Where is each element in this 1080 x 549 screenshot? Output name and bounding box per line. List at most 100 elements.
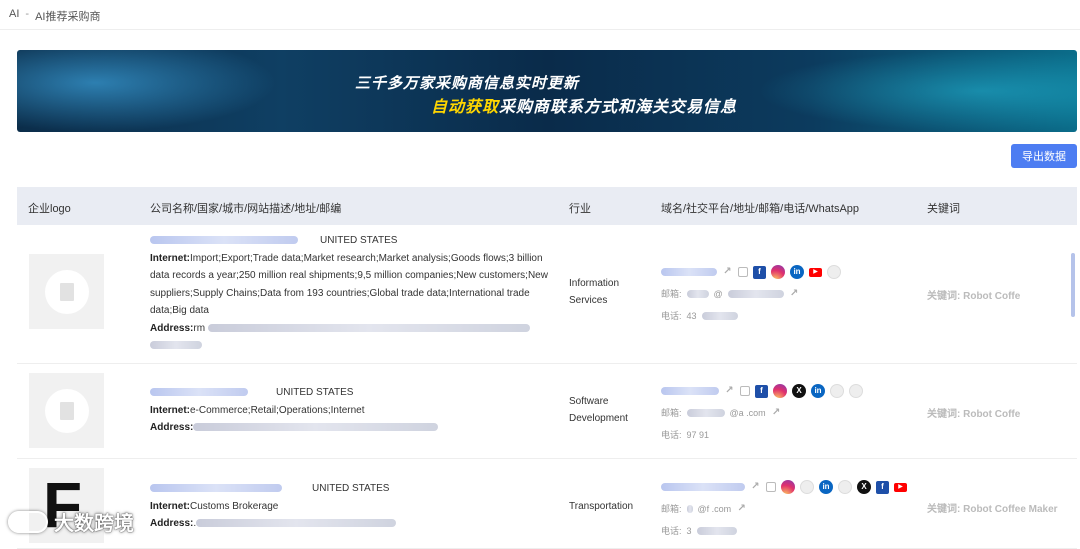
external-link-icon[interactable]: ↗: [750, 481, 761, 494]
email-blur-a: [686, 290, 709, 298]
instagram-icon[interactable]: [781, 480, 795, 494]
youtube-icon[interactable]: ▶: [894, 482, 907, 492]
watermark-logo-icon: [8, 510, 48, 533]
building-icon: [44, 269, 89, 314]
breadcrumb-root[interactable]: AI: [9, 8, 19, 24]
address-value: rm: [193, 322, 206, 334]
email-blur-b: [727, 290, 784, 298]
email-open-icon[interactable]: ↗: [736, 503, 747, 516]
keyword-cell: 关键词: Robot Coffe: [927, 291, 1021, 302]
export-data-button[interactable]: 导出数据: [1011, 144, 1077, 168]
industry-cell: Software Development: [569, 396, 628, 424]
company-logo-placeholder: [29, 254, 104, 329]
banner-glow-right: [757, 50, 1077, 132]
company-info: UNITED STATES Internet:e-Commerce;Retail…: [150, 384, 550, 437]
company-name-link[interactable]: [150, 236, 298, 245]
industry-cell: Information Services: [569, 278, 620, 306]
social-icon[interactable]: [830, 384, 844, 398]
external-link-icon[interactable]: ↗: [724, 385, 735, 398]
phone-value[interactable]: 3: [687, 520, 692, 542]
phone-value[interactable]: 97 91: [687, 424, 710, 446]
email-open-icon[interactable]: ↗: [771, 407, 782, 420]
table-row[interactable]: UNITED STATES Internet:Import;Export;Tra…: [17, 225, 1077, 364]
address-blurred-cont: [150, 341, 202, 350]
address-label: Address:: [150, 322, 194, 334]
breadcrumb-current: AI推荐采购商: [35, 11, 101, 23]
internet-label: Internet:: [150, 500, 190, 512]
company-logo-placeholder: [29, 373, 104, 448]
youtube-icon[interactable]: ▶: [809, 267, 822, 277]
promo-banner[interactable]: 三千多万家采购商信息实时更新 自动获取采购商联系方式和海关交易信息: [17, 50, 1077, 132]
linkedin-icon[interactable]: in: [790, 265, 804, 279]
internet-value: Customs Brokerage: [190, 500, 279, 512]
banner-line-2-rest: 采购商联系方式和海关交易信息: [499, 99, 738, 116]
phone-label: 电话:: [661, 311, 682, 321]
company-country: UNITED STATES: [312, 483, 390, 494]
header-company: 公司名称/国家/城市/网站描述/地址/邮编: [150, 203, 342, 215]
table-header: 企业logo 公司名称/国家/城市/网站描述/地址/邮编 行业 域名/社交平台/…: [17, 187, 1077, 225]
company-info: UNITED STATES Internet:Customs Brokerage…: [150, 480, 550, 533]
contact-cell: ↗ f in ▶ 邮箱: @ ↗ 电话: 43: [661, 261, 841, 327]
industry-cell: Transportation: [569, 501, 634, 512]
copy-icon[interactable]: [738, 267, 748, 277]
social-icon[interactable]: [849, 384, 863, 398]
table-row[interactable]: UNITED STATES Internet:e-Commerce;Retail…: [17, 364, 1077, 459]
phone-blur: [696, 527, 737, 535]
header-keyword: 关键词: [927, 203, 960, 215]
phone-label: 电话:: [661, 430, 682, 440]
keyword-cell: 关键词: Robot Coffe: [927, 409, 1021, 420]
instagram-icon[interactable]: [773, 384, 787, 398]
domain-link[interactable]: [661, 387, 719, 395]
facebook-icon[interactable]: f: [755, 384, 768, 398]
email-value[interactable]: @a .com: [730, 402, 766, 424]
x-twitter-icon[interactable]: X: [857, 480, 871, 494]
social-icon[interactable]: [827, 265, 841, 279]
vertical-scrollbar[interactable]: [1071, 253, 1075, 317]
copy-icon[interactable]: [740, 386, 750, 396]
contact-cell: ↗ in X f ▶ 邮箱: @f .com ↗ 电话: 3: [661, 476, 907, 542]
address-label: Address:: [150, 422, 194, 433]
breadcrumb-separator: -: [25, 8, 30, 20]
company-name-link[interactable]: [150, 388, 248, 397]
email-value[interactable]: @: [714, 283, 723, 305]
instagram-icon[interactable]: [771, 265, 785, 279]
watermark: 大数跨境: [8, 507, 134, 536]
company-name-link[interactable]: [150, 484, 282, 493]
email-label: 邮箱:: [661, 408, 682, 418]
breadcrumb: AI - AI推荐采购商: [9, 8, 100, 24]
internet-value: Import;Export;Trade data;Market research…: [150, 252, 548, 317]
copy-icon[interactable]: [766, 482, 776, 492]
facebook-icon[interactable]: f: [753, 265, 766, 279]
domain-link[interactable]: [661, 268, 717, 276]
company-info: UNITED STATES Internet:Import;Export;Tra…: [150, 232, 550, 355]
address-blurred: [193, 423, 439, 432]
linkedin-icon[interactable]: in: [811, 384, 825, 398]
header-contact: 域名/社交平台/地址/邮箱/电话/WhatsApp: [661, 203, 860, 215]
table-row[interactable]: F UNITED STATES Internet:Customs Brokera…: [17, 459, 1077, 549]
facebook-icon[interactable]: f: [876, 480, 889, 494]
internet-label: Internet:: [150, 252, 190, 264]
email-value[interactable]: @f .com: [698, 498, 732, 520]
email-open-icon[interactable]: ↗: [789, 288, 800, 301]
company-country: UNITED STATES: [320, 235, 398, 246]
phone-value[interactable]: 43: [687, 305, 697, 327]
keyword-cell: 关键词: Robot Coffee Maker: [927, 504, 1058, 515]
x-twitter-icon[interactable]: X: [792, 384, 806, 398]
watermark-text: 大数跨境: [54, 513, 134, 535]
address-blurred: [196, 519, 397, 528]
contact-cell: ↗ f X in 邮箱: @a .com ↗ 电话: 97 91: [661, 380, 863, 446]
banner-glow-left: [17, 50, 277, 132]
banner-highlight: 自动获取: [431, 99, 500, 116]
header-divider: [0, 29, 1080, 30]
phone-label: 电话:: [661, 526, 682, 536]
banner-line-1: 三千多万家采购商信息实时更新: [355, 75, 580, 92]
linkedin-icon[interactable]: in: [819, 480, 833, 494]
social-icon[interactable]: [838, 480, 852, 494]
building-icon: [44, 388, 89, 433]
external-link-icon[interactable]: ↗: [722, 266, 733, 279]
social-icon[interactable]: [800, 480, 814, 494]
header-logo: 企业logo: [28, 203, 71, 215]
header-industry: 行业: [569, 203, 591, 215]
company-country: UNITED STATES: [276, 387, 354, 398]
domain-link[interactable]: [661, 483, 745, 491]
